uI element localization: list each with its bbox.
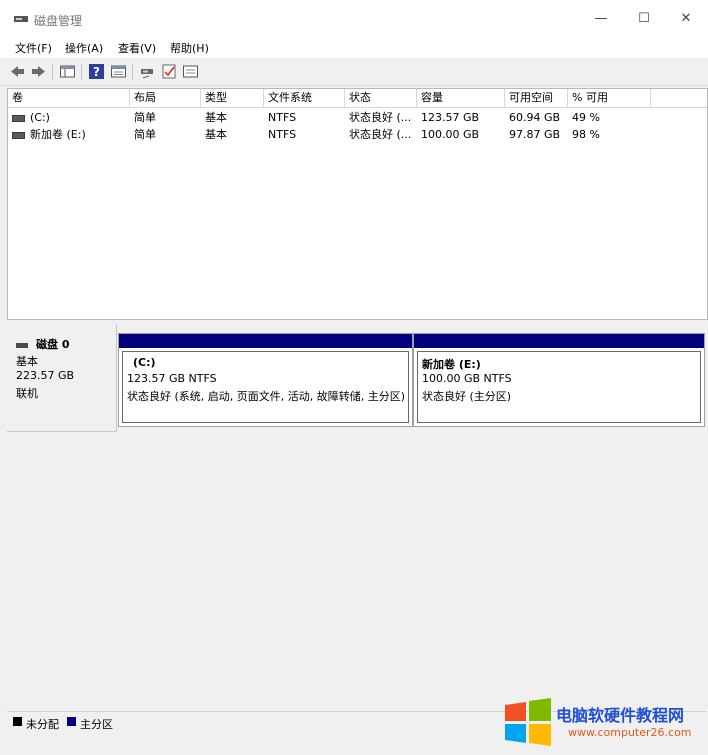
menu-action[interactable]: 操作(A) xyxy=(65,40,103,56)
menu-file[interactable]: 文件(F) xyxy=(15,40,52,56)
watermark-title: 电脑软硬件教程网 xyxy=(556,706,685,725)
filesystem-cell: NTFS xyxy=(268,111,297,124)
partition-status: 状态良好 (系统, 启动, 页面文件, 活动, 故障转储, 主分区) xyxy=(127,390,406,403)
menu-help[interactable]: 帮助(H) xyxy=(170,40,209,56)
disk-management-window: 磁盘管理 — ☐ ✕ 文件(F) 操作(A) 查看(V) 帮助(H) ? 卷 布… xyxy=(0,0,708,755)
disk-management-icon xyxy=(14,16,28,22)
type-cell: 基本 xyxy=(205,128,227,141)
column-header-layout[interactable]: 布局 xyxy=(130,89,201,107)
legend-swatch-unallocated xyxy=(13,717,22,726)
type-cell: 基本 xyxy=(205,111,227,124)
partition-c[interactable]: (C:) 123.57 GB NTFS 状态良好 (系统, 启动, 页面文件, … xyxy=(118,333,413,427)
capacity-cell: 123.57 GB xyxy=(421,111,480,124)
legend-label-primary: 主分区 xyxy=(80,718,113,731)
primary-partition-bar xyxy=(414,334,704,348)
volume-list-header: 卷 布局 类型 文件系统 状态 容量 可用空间 % 可用 xyxy=(8,89,707,108)
watermark-url: www.computer26.com xyxy=(568,726,692,739)
disk-name: 磁盘 0 xyxy=(16,336,69,352)
column-header-type[interactable]: 类型 xyxy=(201,89,264,107)
partition-size: 100.00 GB NTFS xyxy=(422,372,512,385)
column-header-capacity[interactable]: 容量 xyxy=(417,89,505,107)
menu-view[interactable]: 查看(V) xyxy=(118,40,156,56)
column-header-filesystem[interactable]: 文件系统 xyxy=(264,89,345,107)
window-title: 磁盘管理 xyxy=(34,14,83,28)
filesystem-cell: NTFS xyxy=(268,128,297,141)
column-header-percent-free[interactable]: % 可用 xyxy=(568,89,651,107)
back-arrow-icon[interactable] xyxy=(9,63,26,80)
legend-swatch-primary xyxy=(67,717,76,726)
toolbar-separator xyxy=(132,64,133,80)
column-header-volume[interactable]: 卷 xyxy=(8,89,130,107)
free-space-cell: 60.94 GB xyxy=(509,111,561,124)
show-view-icon[interactable] xyxy=(182,63,199,80)
disk-0-card[interactable]: 磁盘 0 基本 223.57 GB 联机 xyxy=(7,324,117,432)
drive-icon xyxy=(12,114,25,122)
layout-cell: 简单 xyxy=(134,111,156,124)
volume-name: (C:) xyxy=(30,111,50,124)
column-header-status[interactable]: 状态 xyxy=(345,89,417,107)
table-row[interactable]: (C:) 简单 基本 NTFS 状态良好 (... 123.57 GB 60.9… xyxy=(8,109,707,126)
volume-cell: (C:) xyxy=(8,109,130,126)
disk-graphical-view: 磁盘 0 基本 223.57 GB 联机 (C:) 123.57 GB NTFS… xyxy=(7,320,706,710)
toolbar-separator xyxy=(52,64,53,80)
windows-logo-icon xyxy=(505,698,551,746)
partition-name: 新加卷 (E:) xyxy=(422,358,481,371)
percent-free-cell: 98 % xyxy=(572,128,600,141)
drive-icon xyxy=(12,131,25,139)
connect-icon[interactable] xyxy=(139,63,156,80)
disk-status: 联机 xyxy=(16,387,38,400)
console-tree-icon[interactable] xyxy=(59,63,76,80)
title-bar: 磁盘管理 — ☐ ✕ xyxy=(0,0,708,36)
partition-c-details: (C:) 123.57 GB NTFS 状态良好 (系统, 启动, 页面文件, … xyxy=(122,351,409,423)
partition-size: 123.57 GB NTFS xyxy=(127,372,217,385)
percent-free-cell: 49 % xyxy=(572,111,600,124)
check-icon[interactable] xyxy=(161,63,178,80)
disk-type: 基本 xyxy=(16,355,38,368)
partition-name: (C:) xyxy=(133,356,156,369)
column-header-free-space[interactable]: 可用空间 xyxy=(505,89,568,107)
help-icon[interactable]: ? xyxy=(88,63,105,80)
capacity-cell: 100.00 GB xyxy=(421,128,480,141)
toolbar-separator xyxy=(81,64,82,80)
forward-arrow-icon[interactable] xyxy=(30,63,47,80)
menu-bar: 文件(F) 操作(A) 查看(V) 帮助(H) xyxy=(0,36,708,58)
disk-size: 223.57 GB xyxy=(16,369,75,382)
svg-text:?: ? xyxy=(93,65,100,79)
maximize-button[interactable]: ☐ xyxy=(633,8,655,30)
close-button[interactable]: ✕ xyxy=(675,8,697,30)
minimize-button[interactable]: — xyxy=(590,8,612,30)
free-space-cell: 97.87 GB xyxy=(509,128,561,141)
primary-partition-bar xyxy=(119,334,412,348)
status-cell: 状态良好 (... xyxy=(349,128,412,141)
partition-status: 状态良好 (主分区) xyxy=(422,390,512,403)
legend-label-unallocated: 未分配 xyxy=(26,718,59,731)
partition-e-details: 新加卷 (E:) 100.00 GB NTFS 状态良好 (主分区) xyxy=(417,351,701,423)
volume-cell: 新加卷 (E:) xyxy=(8,126,130,143)
volume-list[interactable]: 卷 布局 类型 文件系统 状态 容量 可用空间 % 可用 (C:) 简单 基本 … xyxy=(7,88,708,320)
volume-name: 新加卷 (E:) xyxy=(30,128,86,141)
toolbar: ? xyxy=(0,58,708,86)
disk-icon xyxy=(16,342,28,348)
properties-icon[interactable] xyxy=(110,63,127,80)
partition-e[interactable]: 新加卷 (E:) 100.00 GB NTFS 状态良好 (主分区) xyxy=(413,333,705,427)
layout-cell: 简单 xyxy=(134,128,156,141)
status-cell: 状态良好 (... xyxy=(349,111,412,124)
table-row[interactable]: 新加卷 (E:) 简单 基本 NTFS 状态良好 (... 100.00 GB … xyxy=(8,126,707,143)
